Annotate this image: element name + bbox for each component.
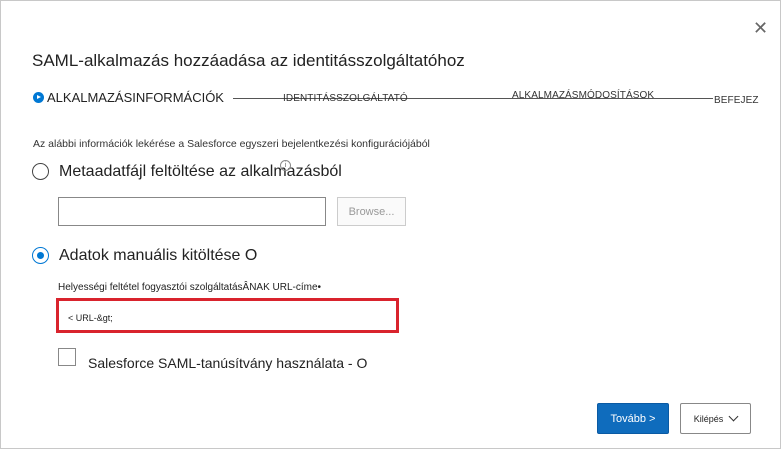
salesforce-certificate-checkbox[interactable] [58,348,76,366]
salesforce-certificate-label: Salesforce SAML-tanúsítvány használata -… [88,355,368,371]
metadata-upload-text: Metaadatfájl feltöltése az alkalmazásból [59,163,342,180]
exit-button[interactable]: Kilépés [680,403,751,434]
info-icon[interactable]: i [280,160,291,171]
exit-button-label: Kilépés [693,413,724,424]
step-finish: BEFEJEZ [714,95,759,106]
info-text: Az alábbi információk lekérése a Salesfo… [33,138,430,150]
step-app-info: ALKALMAZÁSINFORMÁCIÓK [47,90,224,105]
close-icon[interactable]: ✕ [753,19,768,37]
acs-url-value: < URL-&gt; [68,313,113,323]
acs-url-label: Helyességi feltétel fogyasztói szolgálta… [58,282,322,293]
manual-entry-label: Adatok manuális kitöltése O [59,247,258,264]
metadata-upload-label: Metaadatfájl feltöltése az alkalmazásból [59,163,342,181]
saml-app-dialog: ✕ SAML-alkalmazás hozzáadása az identitá… [0,0,781,449]
dialog-title: SAML-alkalmazás hozzáadása az identitáss… [32,51,465,70]
chevron-down-icon [728,411,739,422]
step-app-changes: ALKALMAZÁSMÓDOSÍTÁSOK [512,90,655,101]
next-button[interactable]: Tovább > [597,403,669,434]
metadata-file-input[interactable] [58,197,326,226]
step-identity-provider: IDENTITÁSSZOLGÁLTATÓ [283,93,408,104]
metadata-upload-radio[interactable] [32,163,49,180]
acs-url-input[interactable]: < URL-&gt; [56,298,399,333]
browse-button[interactable]: Browse... [337,197,406,226]
manual-entry-radio[interactable] [32,247,49,264]
play-icon [33,92,44,103]
